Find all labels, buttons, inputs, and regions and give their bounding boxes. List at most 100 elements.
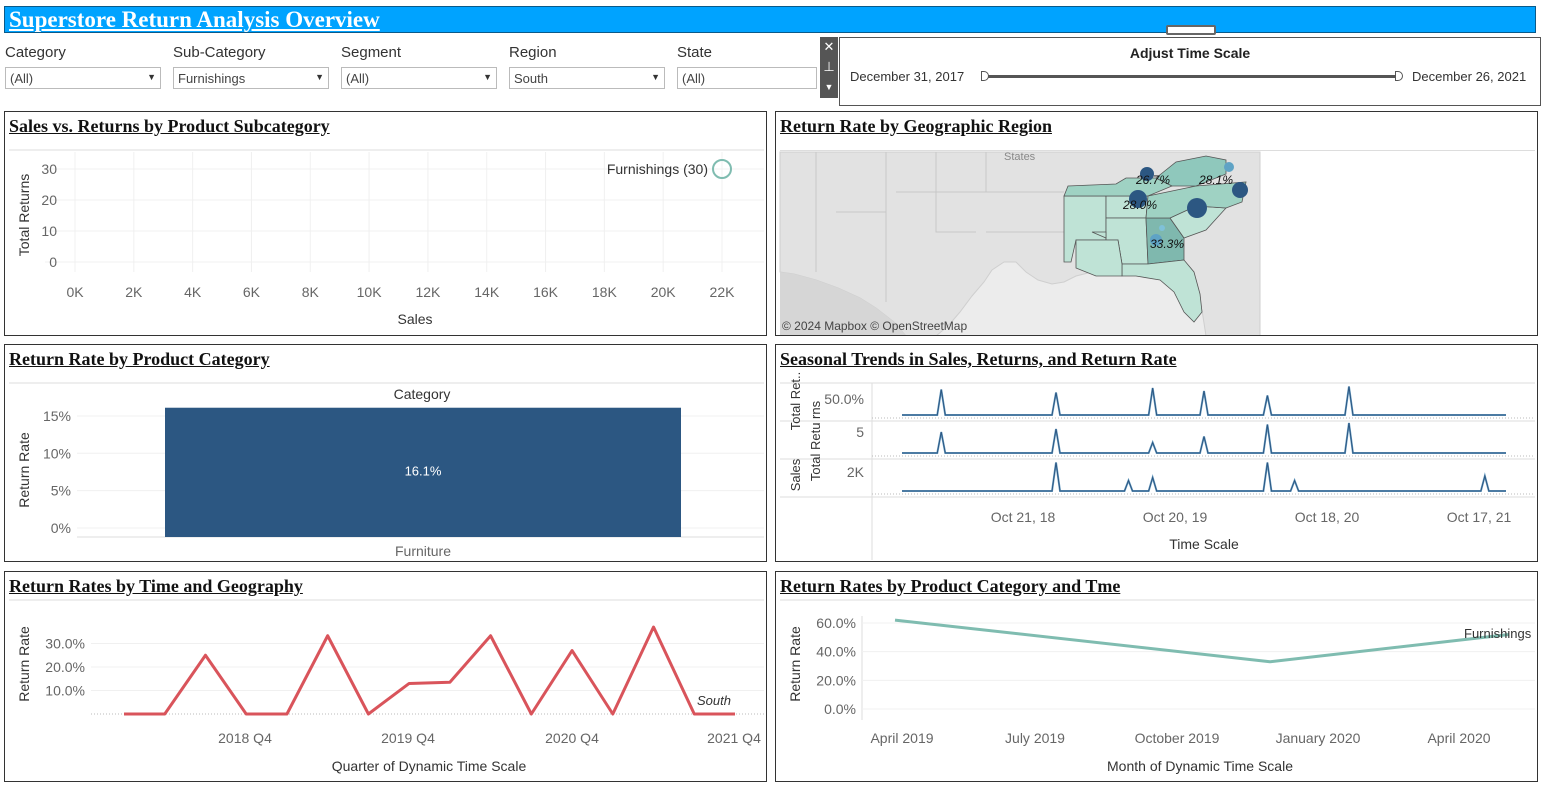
- series-line: [902, 422, 1506, 454]
- slider-start-handle[interactable]: [981, 71, 989, 81]
- map-marker[interactable]: [1159, 225, 1165, 231]
- x-tick-label: January 2020: [1276, 730, 1361, 746]
- x-tick-label: 4K: [184, 284, 202, 300]
- category-label: Furniture: [395, 543, 451, 559]
- chevron-down-icon[interactable]: ▼: [315, 72, 324, 82]
- filter-label: Segment: [341, 44, 402, 61]
- x-tick-label: 14K: [474, 284, 500, 300]
- filter-state: State (All): [677, 44, 817, 89]
- map-chart[interactable]: States 26.7% 28.1% 28.0% 33.3% © 2024 Ma…: [776, 112, 1538, 336]
- x-tick-label: 12K: [415, 284, 441, 300]
- y-tick-label: 0: [49, 254, 57, 270]
- rate-label: 28.1%: [1198, 173, 1233, 187]
- series-line: [902, 462, 1506, 492]
- row-label: Sales: [788, 458, 803, 491]
- x-tick-label: October 2019: [1135, 730, 1220, 746]
- series-line: [902, 386, 1506, 416]
- floating-controls: ✕ ⊥ ▼: [820, 37, 838, 98]
- x-tick-label: April 2020: [1427, 730, 1490, 746]
- x-tick-label: 2K: [125, 284, 143, 300]
- x-tick-label: 8K: [302, 284, 320, 300]
- pin-icon[interactable]: ⊥: [820, 57, 838, 77]
- x-tick-label: 2020 Q4: [545, 730, 599, 746]
- y-tick-label: 10: [41, 223, 57, 239]
- y-tick-label: 10%: [43, 445, 71, 461]
- filter-label: Sub-Category: [173, 44, 266, 61]
- chevron-down-icon[interactable]: ▼: [651, 72, 660, 82]
- category-select[interactable]: (All) ▼: [5, 67, 161, 89]
- y-tick-label: 20.0%: [45, 659, 85, 675]
- bar-value-label: 16.1%: [405, 464, 442, 479]
- seasonal-panel: Seasonal Trends in Sales, Returns, and R…: [775, 344, 1538, 562]
- chevron-down-icon[interactable]: ▼: [147, 72, 156, 82]
- cat-time-chart: 0.0% 20.0% 40.0% 60.0% Return Rate Furnishing…: [780, 599, 1535, 774]
- map-marker[interactable]: [1224, 162, 1234, 172]
- y-axis-label: Return Rate: [787, 626, 803, 702]
- state-shape: [1075, 239, 1123, 277]
- x-axis-label: Month of Dynamic Time Scale: [1107, 758, 1293, 774]
- y-tick-label: 0%: [51, 520, 71, 536]
- filter-subcategory: Sub-Category Furnishings ▼: [173, 44, 329, 89]
- x-tick-label: 2019 Q4: [381, 730, 435, 746]
- map-label: States: [1004, 151, 1036, 163]
- y-tick-label: 50.0%: [824, 391, 864, 407]
- end-date: December 26, 2021: [1412, 69, 1527, 84]
- time-geo-chart: 10.0% 20.0% 30.0% Return Rate South 2018 Q4 20…: [9, 599, 764, 774]
- map-marker[interactable]: [1232, 182, 1248, 198]
- rate-label: 28.0%: [1122, 198, 1157, 212]
- data-point-label: Furnishings (30): [607, 161, 708, 177]
- y-tick-label: 40.0%: [816, 644, 856, 660]
- close-icon[interactable]: ✕: [820, 37, 838, 57]
- select-value: South: [514, 71, 548, 86]
- scatter-chart: 0K 2K 4K 6K 8K 10K 12K 14K 16K 18K 20K 22K 0 10 20 30 Sa…: [9, 149, 764, 327]
- series-line: [902, 386, 1506, 416]
- time-geo-panel: Return Rates by Time and Geography 10.0%…: [4, 571, 767, 782]
- y-tick-label: 20.0%: [816, 672, 856, 688]
- menu-chevron-icon[interactable]: ▼: [820, 77, 838, 97]
- x-axis-label: Time Scale: [1169, 536, 1239, 552]
- x-tick-label: 20K: [651, 284, 677, 300]
- map-marker[interactable]: [1187, 198, 1207, 218]
- series-line: [894, 618, 1510, 664]
- row-label: Total Ret..: [788, 372, 803, 431]
- drag-handle[interactable]: [1166, 25, 1216, 35]
- page-title: Superstore Return Analysis Overview: [9, 7, 380, 32]
- series-label: Furnishings: [1464, 626, 1532, 641]
- x-tick-label: 10K: [357, 284, 383, 300]
- x-tick-label: Oct 17, 21: [1447, 509, 1512, 525]
- y-axis-label: Return Rate: [16, 626, 32, 702]
- y-tick-label: 5: [856, 424, 864, 440]
- select-value: Furnishings: [178, 71, 246, 86]
- series-line: [124, 625, 735, 716]
- y-tick-label: 2K: [847, 464, 865, 480]
- time-scale-title: Adjust Time Scale: [1129, 45, 1251, 61]
- filter-region: Region South ▼: [509, 44, 665, 89]
- y-axis-label: Return Rate: [16, 432, 32, 508]
- subcategory-select[interactable]: Furnishings ▼: [173, 67, 329, 89]
- series-line: [902, 462, 1506, 492]
- x-tick-label: 2021 Q4: [707, 730, 761, 746]
- sales-returns-panel: Sales vs. Returns by Product Subcategory…: [4, 111, 767, 336]
- map-attribution: © 2024 Mapbox © OpenStreetMap: [782, 319, 967, 333]
- chevron-down-icon[interactable]: ▼: [483, 72, 492, 82]
- slider-track[interactable]: [984, 75, 1400, 78]
- filter-label: State: [677, 44, 713, 61]
- y-tick-label: 10.0%: [45, 683, 85, 699]
- x-axis-label: Quarter of Dynamic Time Scale: [332, 758, 527, 774]
- select-value: (All): [682, 71, 706, 86]
- y-tick-label: 30.0%: [45, 636, 85, 652]
- y-tick-label: 20: [41, 192, 57, 208]
- region-select[interactable]: South ▼: [509, 67, 665, 89]
- category-panel: Return Rate by Product Category Category…: [4, 344, 767, 562]
- x-tick-label: Oct 18, 20: [1295, 509, 1360, 525]
- start-date: December 31, 2017: [850, 69, 965, 84]
- slider-end-handle[interactable]: [1395, 71, 1403, 81]
- x-tick-label: Oct 21, 18: [991, 509, 1056, 525]
- y-tick-label: 15%: [43, 408, 71, 424]
- state-select[interactable]: (All): [677, 67, 817, 89]
- row-label: Total Retu rns: [808, 400, 823, 481]
- segment-select[interactable]: (All) ▼: [341, 67, 497, 89]
- geo-panel: Return Rate by Geographic Region States: [775, 111, 1538, 336]
- filter-label: Region: [509, 44, 557, 61]
- x-tick-label: 22K: [710, 284, 736, 300]
